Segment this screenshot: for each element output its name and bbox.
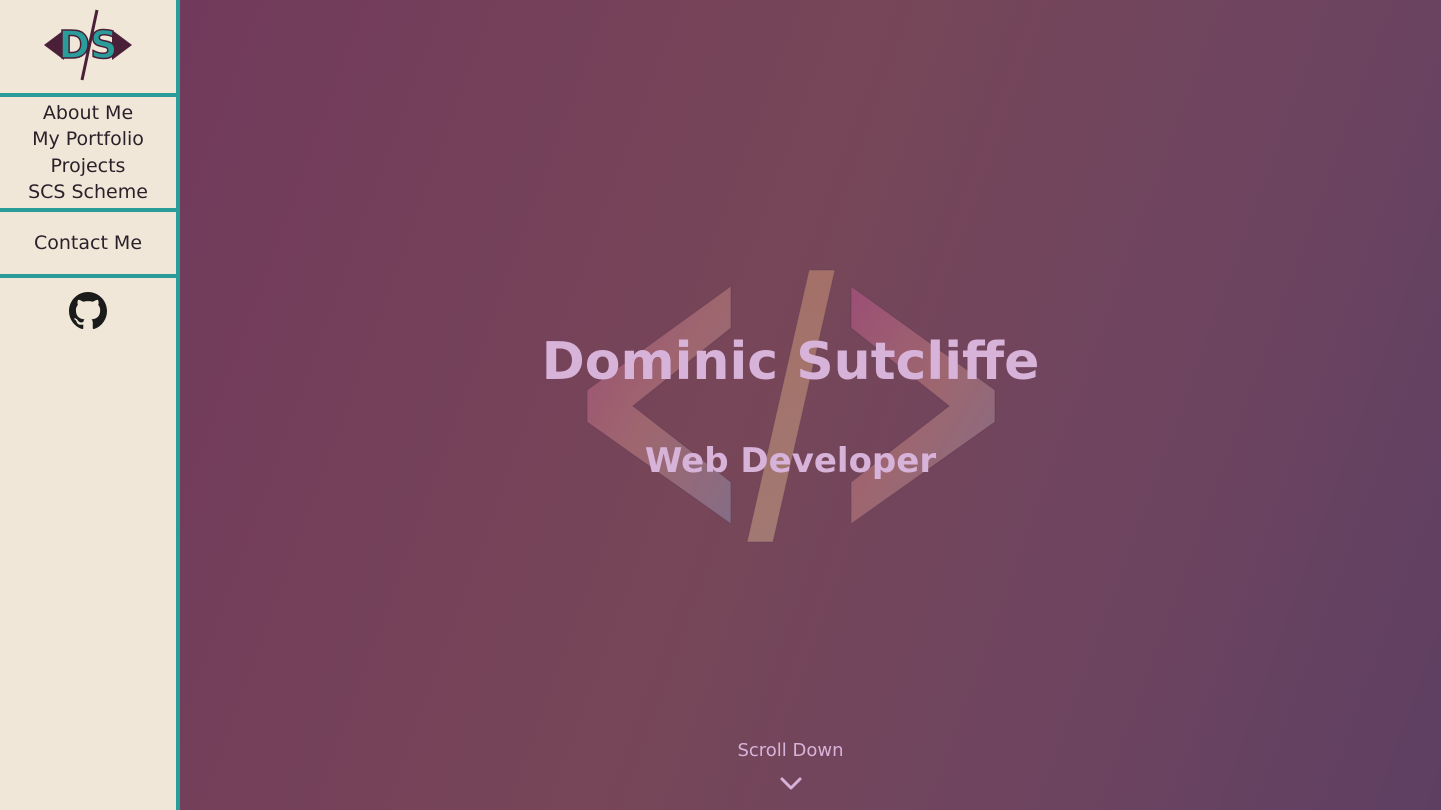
social-block: [0, 278, 176, 344]
scroll-down-label: Scroll Down: [737, 740, 844, 761]
sidebar: DS About Me My Portfolio Projects SCS Sc…: [0, 0, 180, 810]
page: DS About Me My Portfolio Projects SCS Sc…: [0, 0, 1441, 810]
github-icon: [69, 292, 107, 330]
chevron-down-icon: [780, 777, 801, 790]
ds-logo: DS: [44, 9, 132, 80]
logo-link[interactable]: DS: [42, 8, 134, 86]
hero-name: Dominic Sutcliffe: [541, 331, 1040, 392]
nav-link-contact-me[interactable]: Contact Me: [34, 230, 142, 257]
scroll-down-button[interactable]: Scroll Down: [180, 739, 1401, 791]
main-nav: About Me My Portfolio Projects SCS Schem…: [0, 97, 176, 212]
hero-role: Web Developer: [644, 441, 937, 482]
nav-link-my-portfolio[interactable]: My Portfolio: [32, 126, 144, 153]
contact-block: Contact Me: [0, 212, 176, 278]
nav-link-about-me[interactable]: About Me: [43, 100, 133, 127]
github-link[interactable]: [69, 292, 107, 330]
logo-block: DS: [0, 0, 176, 97]
nav-link-scs-scheme[interactable]: SCS Scheme: [28, 179, 148, 206]
nav-link-projects[interactable]: Projects: [51, 153, 126, 180]
hero-section: Dominic Sutcliffe Web Developer Scroll D…: [180, 0, 1441, 810]
code-brackets-icon: [586, 269, 996, 543]
